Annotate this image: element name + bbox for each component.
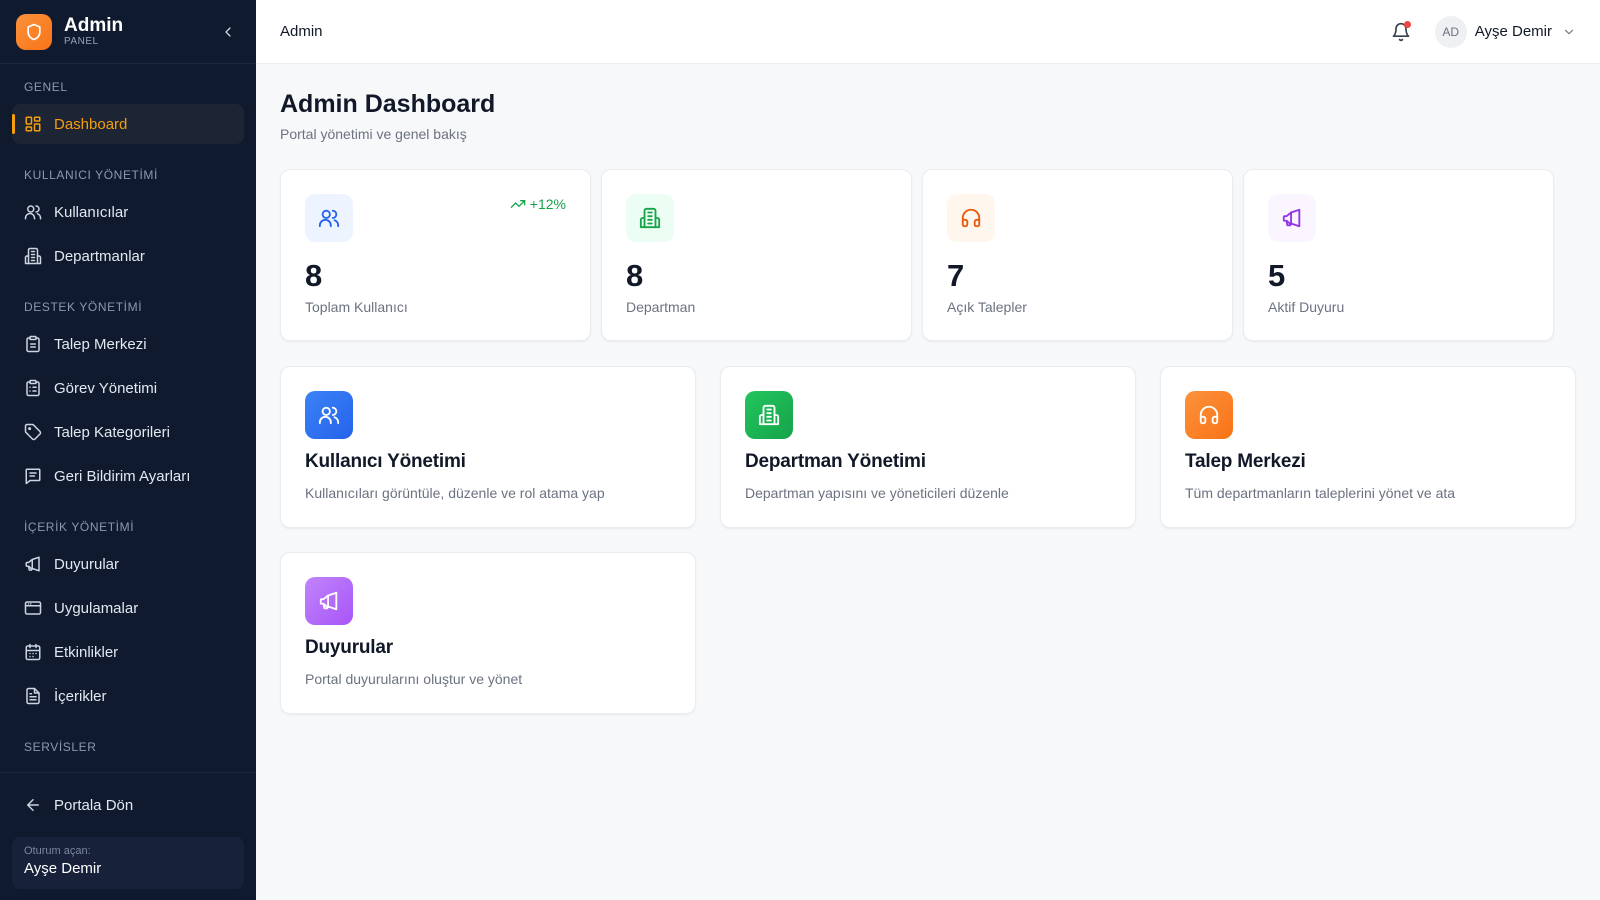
topbar: Admin AD Ayşe Demir [256, 0, 1600, 64]
stat-card-departments: 8 Departman [601, 169, 912, 341]
app-window-icon [24, 601, 42, 615]
module-card-announcements[interactable]: Duyurular Portal duyurularını oluştur ve… [280, 552, 696, 714]
module-title: Talep Merkezi [1185, 451, 1306, 472]
arrow-left-icon [27, 799, 39, 811]
stat-value: 5 [1268, 258, 1286, 293]
trend-badge: +12% [510, 196, 566, 212]
trend-value: +12% [529, 196, 566, 212]
page-subtitle: Portal yönetimi ve genel bakış [280, 126, 467, 142]
topbar-title: Admin [280, 23, 323, 40]
module-description: Departman yapısını ve yöneticileri düzen… [745, 485, 1009, 501]
building-icon [745, 391, 793, 439]
sidebar-footer: Portala Dön Oturum açan: Ayşe Demir [0, 772, 256, 900]
module-description: Kullanıcıları görüntüle, düzenle ve rol … [305, 485, 605, 501]
session-label: Oturum açan: [24, 845, 91, 857]
trending-up-icon [510, 200, 526, 208]
clipboard-list-icon [26, 379, 40, 397]
section-title-servisler: SERVİSLER [24, 740, 97, 754]
page-title: Admin Dashboard [280, 90, 496, 118]
brand-subtitle: PANEL [64, 35, 99, 47]
module-card-request-center[interactable]: Talep Merkezi Tüm departmanların taleple… [1160, 366, 1576, 528]
module-title: Kullanıcı Yönetimi [305, 451, 466, 472]
file-text-icon [26, 687, 40, 705]
sidebar-item-label: Duyurular [54, 555, 120, 573]
section-title-genel: GENEL [24, 80, 68, 94]
sidebar: Admin PANEL GENEL Dashboard KULLANICI YÖ… [0, 0, 256, 900]
message-square-icon [25, 468, 41, 485]
sidebar-item-label: Görev Yönetimi [54, 379, 158, 397]
megaphone-icon [305, 577, 353, 625]
headphones-icon [1185, 391, 1233, 439]
users-icon [305, 194, 353, 242]
stat-label: Departman [626, 299, 696, 315]
clipboard-icon [26, 335, 40, 353]
sidebar-item-talep-kategorileri[interactable]: Talep Kategorileri [12, 412, 244, 452]
notification-dot [1403, 20, 1411, 28]
stat-value: 8 [626, 258, 644, 293]
tag-icon [24, 423, 42, 441]
building-icon [626, 194, 674, 242]
stat-card-active-announcements: 5 Aktif Duyuru [1243, 169, 1554, 341]
section-title-kullanici-yonetimi: KULLANICI YÖNETİMİ [24, 168, 158, 182]
sidebar-item-kullanicilar[interactable]: Kullanıcılar [12, 192, 244, 232]
session-user-name: Ayşe Demir [24, 860, 102, 877]
module-card-user-management[interactable]: Kullanıcı Yönetimi Kullanıcıları görüntü… [280, 366, 696, 528]
back-to-portal-link[interactable]: Portala Dön [12, 785, 244, 825]
avatar: AD [1434, 15, 1467, 48]
sidebar-item-departmanlar[interactable]: Departmanlar [12, 236, 244, 276]
sidebar-item-duyurular[interactable]: Duyurular [12, 544, 244, 584]
module-description: Tüm departmanların taleplerini yönet ve … [1185, 485, 1456, 501]
sidebar-item-label: Talep Merkezi [54, 335, 147, 353]
sidebar-item-label: Dashboard [54, 115, 128, 133]
calendar-icon [25, 643, 41, 661]
sidebar-item-label: Talep Kategorileri [54, 423, 170, 441]
user-name: Ayşe Demir [1474, 23, 1552, 40]
section-title-icerik-yonetimi: İÇERİK YÖNETİMİ [24, 520, 135, 534]
users-icon [305, 391, 353, 439]
sidebar-item-uygulamalar[interactable]: Uygulamalar [12, 588, 244, 628]
collapse-sidebar-button[interactable] [216, 20, 240, 44]
notifications-button[interactable] [1387, 18, 1415, 46]
dashboard-icon [25, 116, 41, 132]
megaphone-icon [25, 556, 40, 572]
sidebar-item-label: Geri Bildirim Ayarları [54, 467, 191, 485]
sidebar-item-label: Etkinlikler [54, 643, 119, 661]
sidebar-item-label: Kullanıcılar [54, 203, 129, 221]
brand-title: Admin [64, 14, 124, 36]
stat-label: Aktif Duyuru [1268, 299, 1345, 315]
brand: Admin PANEL [0, 0, 256, 64]
module-title: Departman Yönetimi [745, 451, 926, 472]
headphones-icon [947, 194, 995, 242]
session-info: Oturum açan: Ayşe Demir [12, 837, 244, 889]
sidebar-item-label: Departmanlar [54, 247, 145, 265]
chevron-left-icon [225, 26, 231, 37]
sidebar-item-geri-bildirim-ayarlari[interactable]: Geri Bildirim Ayarları [12, 456, 244, 496]
chevron-down-icon [1564, 29, 1574, 34]
sidebar-item-etkinlikler[interactable]: Etkinlikler [12, 632, 244, 672]
main-content: Admin Dashboard Portal yönetimi ve genel… [256, 64, 1600, 900]
stat-card-open-requests: 7 Açık Talepler [922, 169, 1233, 341]
section-title-destek-yonetimi: DESTEK YÖNETİMİ [24, 300, 143, 314]
module-title: Duyurular [305, 637, 393, 658]
sidebar-item-gorev-yonetimi[interactable]: Görev Yönetimi [12, 368, 244, 408]
sidebar-item-label: İçerikler [54, 687, 107, 705]
stat-value: 7 [947, 258, 965, 293]
stat-label: Açık Talepler [947, 299, 1027, 315]
module-description: Portal duyurularını oluştur ve yönet [305, 671, 523, 687]
sidebar-item-dashboard[interactable]: Dashboard [12, 104, 244, 144]
shield-logo-icon [16, 13, 52, 50]
stat-label: Toplam Kullanıcı [305, 299, 408, 315]
back-to-portal-label: Portala Dön [54, 796, 134, 814]
sidebar-item-label: Uygulamalar [54, 599, 139, 617]
stat-card-users: +12% 8 Toplam Kullanıcı [280, 169, 591, 341]
megaphone-icon [1268, 194, 1316, 242]
sidebar-item-talep-merkezi[interactable]: Talep Merkezi [12, 324, 244, 364]
users-icon [24, 205, 42, 220]
building-icon [24, 247, 42, 265]
sidebar-item-icerikler[interactable]: İçerikler [12, 676, 244, 716]
module-card-department-management[interactable]: Departman Yönetimi Departman yapısını ve… [720, 366, 1136, 528]
stat-value: 8 [305, 258, 323, 293]
user-menu[interactable]: AD Ayşe Demir [1434, 15, 1576, 48]
